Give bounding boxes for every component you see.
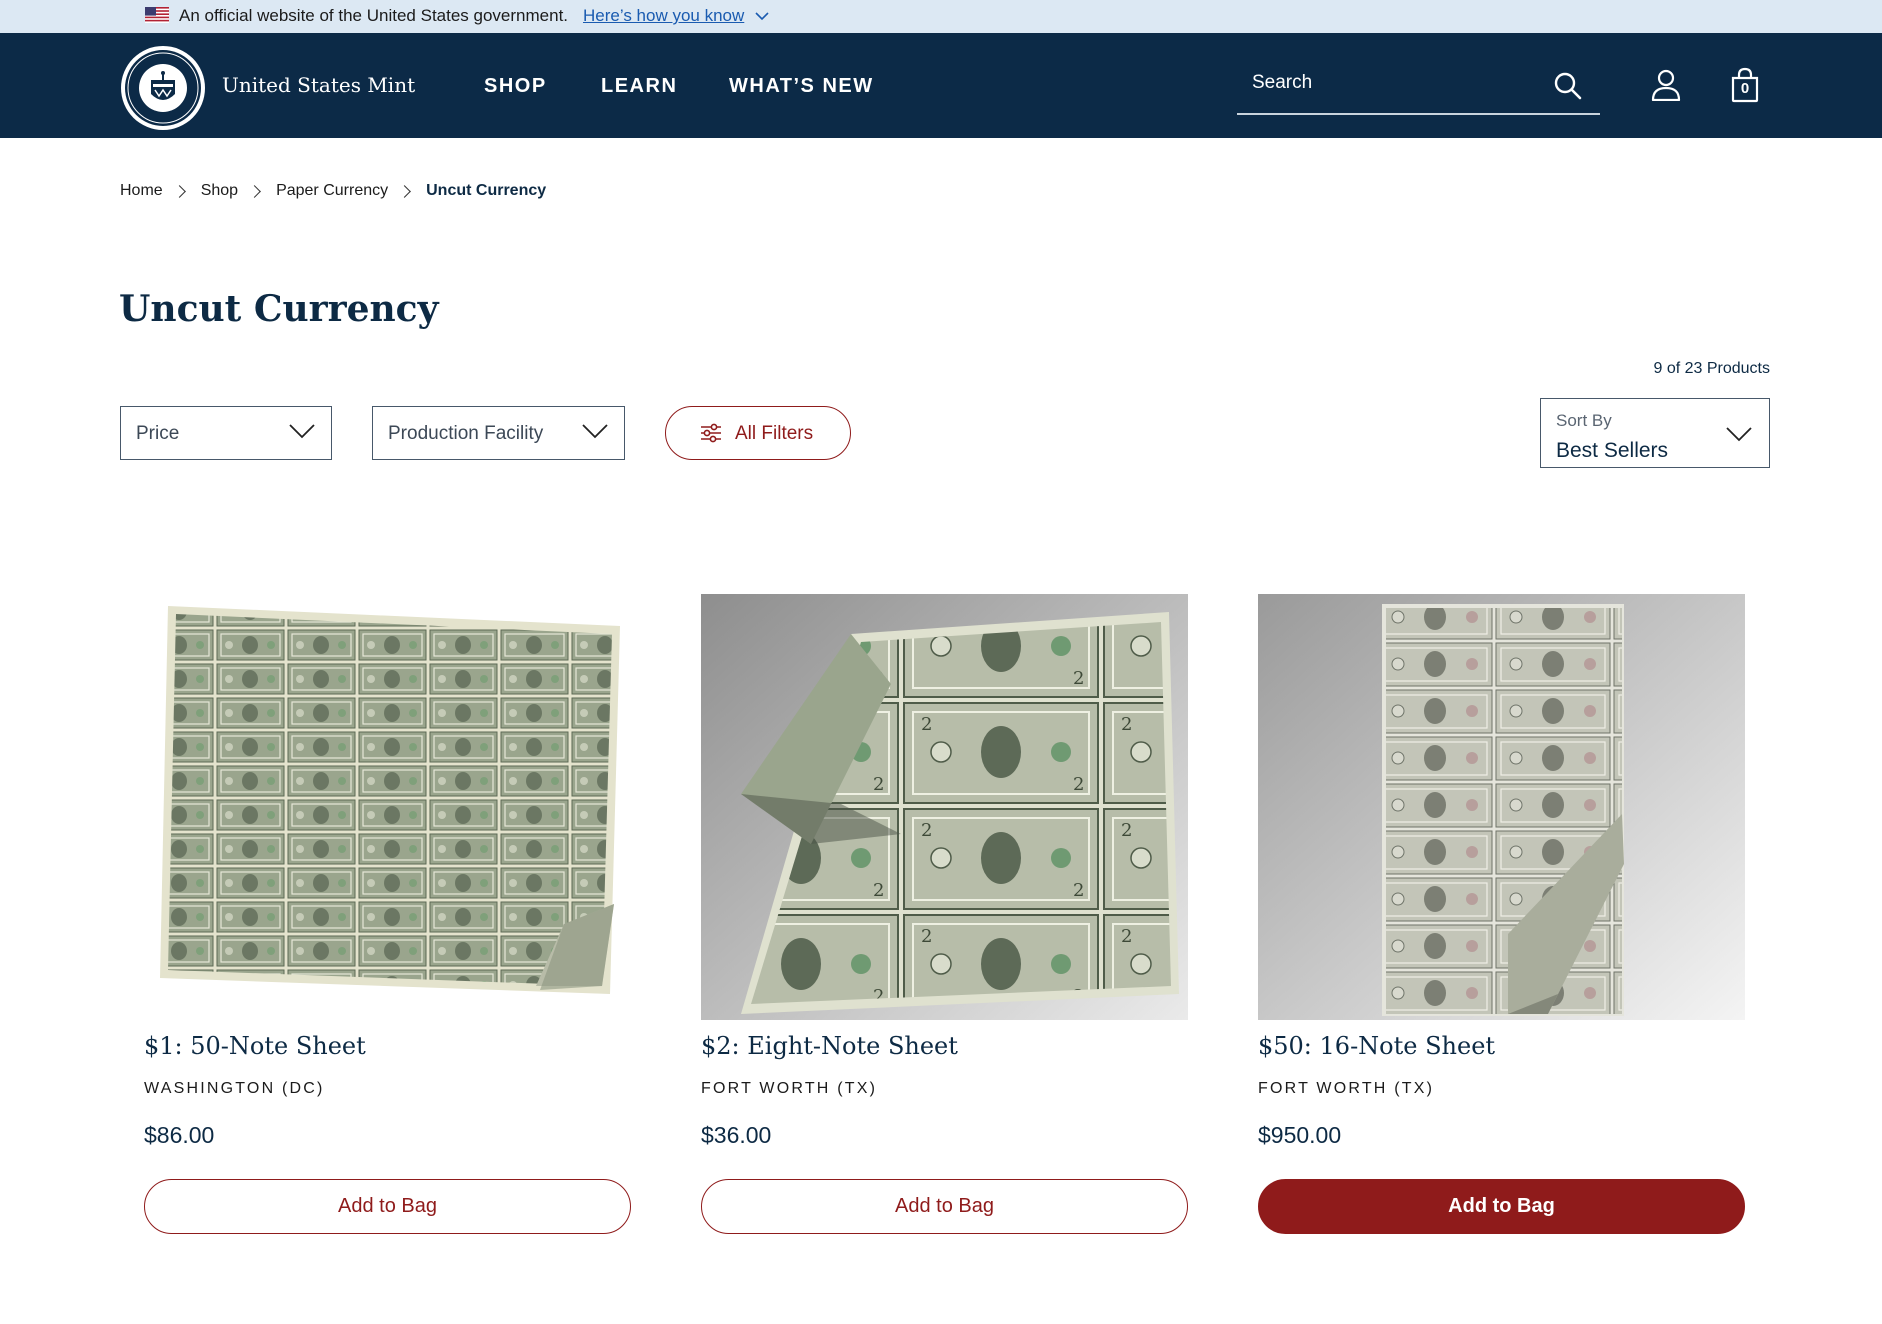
uncut-sheet-image: 2 2 [701, 594, 1188, 1020]
product-name[interactable]: $50: 16-Note Sheet [1258, 1032, 1495, 1060]
uncut-sheet-image [160, 606, 620, 994]
product-facility: FORT WORTH (TX) [701, 1080, 878, 1097]
breadcrumb-home[interactable]: Home [120, 182, 163, 200]
facility-filter-label: Production Facility [388, 423, 544, 444]
sort-value: Best Sellers [1556, 439, 1669, 462]
add-to-bag-button[interactable]: Add to Bag [1258, 1179, 1745, 1234]
site-header: United States Mint SHOP LEARN WHAT’S NEW… [0, 33, 1882, 138]
product-image[interactable] [144, 594, 631, 1020]
production-facility-filter[interactable]: Production Facility [372, 406, 625, 460]
mint-seal-logo[interactable] [119, 44, 207, 132]
gov-banner: An official website of the United States… [0, 0, 1882, 33]
product-card: 2 2 $2: Eight-Note Sheet FORT WORTH (TX)… [701, 594, 1188, 1234]
nav-learn[interactable]: LEARN [601, 75, 677, 98]
chevron-right-icon [398, 184, 411, 198]
breadcrumb: Home Shop Paper Currency Uncut Currency [120, 181, 546, 201]
chevron-down-icon [1726, 427, 1752, 442]
search-input[interactable] [1252, 65, 1542, 101]
chevron-down-icon [582, 424, 608, 439]
price-filter[interactable]: Price [120, 406, 332, 460]
product-card: $1: 50-Note Sheet WASHINGTON (DC) $86.00… [144, 594, 631, 1234]
product-name[interactable]: $1: 50-Note Sheet [144, 1032, 366, 1060]
nav-whats-new[interactable]: WHAT’S NEW [729, 75, 874, 98]
page-title: Uncut Currency [119, 288, 439, 330]
sort-caption: Sort By [1556, 411, 1612, 430]
product-card: $50: 16-Note Sheet FORT WORTH (TX) $950.… [1258, 594, 1745, 1234]
bag-count: 0 [1740, 80, 1750, 97]
chevron-down-icon [289, 424, 315, 439]
chevron-right-icon [248, 184, 261, 198]
account-icon[interactable] [1651, 69, 1681, 101]
uncut-sheet-image [1258, 594, 1745, 1020]
product-image[interactable]: 2 2 [701, 594, 1188, 1020]
chevron-down-icon[interactable] [754, 10, 770, 22]
chevron-right-icon [172, 184, 186, 198]
product-facility: WASHINGTON (DC) [144, 1080, 325, 1097]
product-facility: FORT WORTH (TX) [1258, 1080, 1435, 1097]
breadcrumb-shop[interactable]: Shop [201, 182, 238, 200]
sliders-icon [701, 423, 721, 443]
nav-shop[interactable]: SHOP [484, 75, 547, 98]
gov-banner-text: An official website of the United States… [179, 6, 569, 25]
product-image[interactable] [1258, 594, 1745, 1020]
breadcrumb-paper-currency[interactable]: Paper Currency [276, 182, 388, 200]
brand-name[interactable]: United States Mint [222, 73, 415, 97]
search-icon[interactable] [1553, 71, 1583, 101]
breadcrumb-current: Uncut Currency [426, 182, 547, 199]
search-bar [1237, 53, 1600, 115]
all-filters-button[interactable]: All Filters [665, 406, 851, 460]
product-price: $86.00 [144, 1122, 215, 1148]
all-filters-label: All Filters [735, 423, 814, 444]
product-price: $950.00 [1258, 1122, 1342, 1148]
product-count: 9 of 23 Products [1653, 360, 1770, 377]
add-to-bag-button[interactable]: Add to Bag [701, 1179, 1188, 1234]
us-flag-icon [145, 7, 169, 23]
price-filter-label: Price [136, 423, 180, 444]
product-name[interactable]: $2: Eight-Note Sheet [701, 1032, 958, 1060]
add-to-bag-button[interactable]: Add to Bag [144, 1179, 631, 1234]
product-price: $36.00 [701, 1122, 772, 1148]
sort-by-select[interactable]: Sort By Best Sellers [1540, 398, 1770, 468]
heres-how-you-know-link[interactable]: Here’s how you know [583, 6, 744, 26]
